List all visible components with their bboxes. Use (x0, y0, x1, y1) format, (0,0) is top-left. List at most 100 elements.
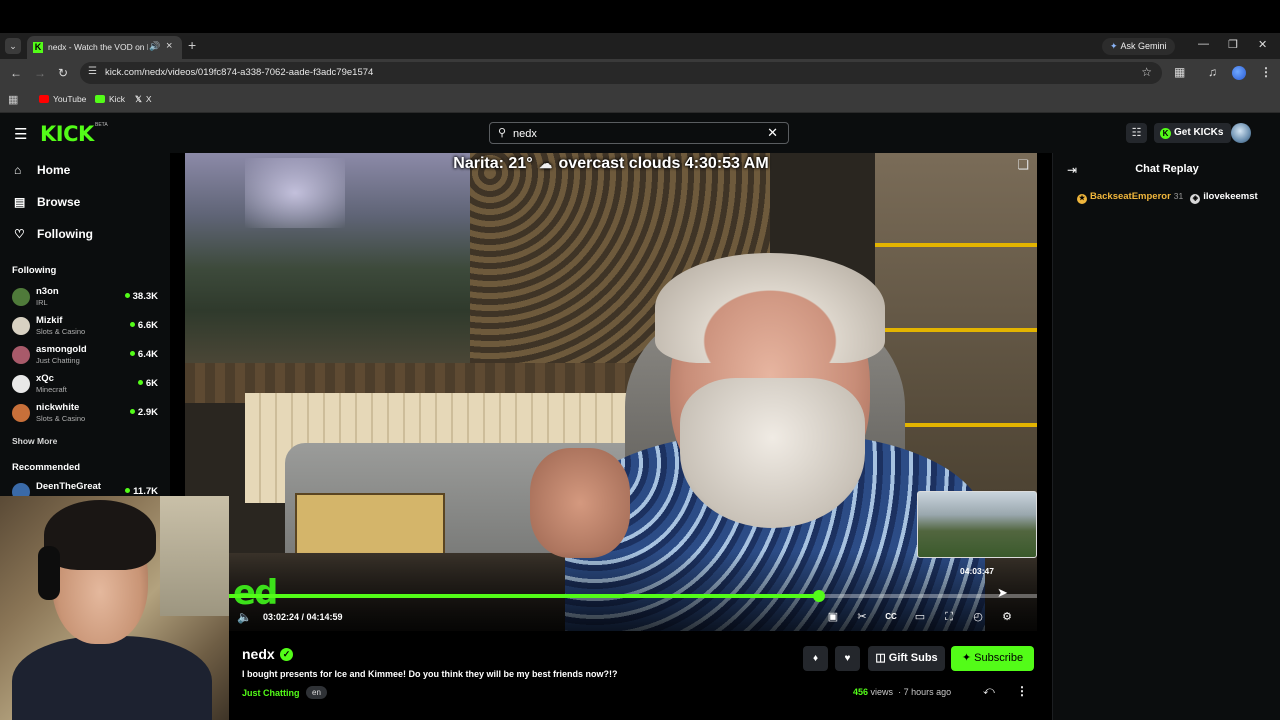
get-kicks-label: Get KICKs (1174, 127, 1224, 138)
verified-badge-icon: ✓ (280, 648, 293, 661)
user-avatar[interactable] (1231, 123, 1251, 143)
gift-subs-button[interactable]: ◫ Gift Subs (868, 646, 945, 671)
search-input[interactable] (513, 126, 763, 141)
cloud-icon: ☁ (539, 156, 553, 171)
channel-item-mizkif[interactable]: Mizkif Slots & Casino 6.6K (12, 313, 162, 339)
x-icon: 𝕏 (135, 94, 142, 104)
share-icon[interactable]: ⤺ (983, 685, 995, 698)
bookmark-youtube[interactable]: YouTube (39, 94, 86, 104)
settings-gear-icon[interactable]: ⚙ (998, 608, 1016, 626)
views-count: 456 (853, 687, 869, 697)
captions-icon[interactable]: CC (882, 608, 900, 626)
seek-preview-time: 04:03:47 (959, 566, 995, 576)
layout-toggle-button[interactable]: ☷ (1126, 123, 1147, 143)
site-info-icon[interactable]: ☰ (88, 66, 97, 77)
viewer-count-value: 6.6K (137, 320, 158, 331)
channel-item-asmongold[interactable]: asmongold Just Chatting 6.4K (12, 342, 162, 368)
omnibox-url[interactable]: kick.com/nedx/videos/019fc874-a338-7062-… (105, 67, 373, 78)
channel-category: Just Chatting (36, 356, 80, 365)
weather-overlay: Narita: 21° ☁ overcast clouds 4:30:53 AM (185, 155, 1037, 173)
tab-search-button[interactable]: ⌄ (5, 38, 21, 54)
show-more-button[interactable]: Show More (12, 436, 57, 446)
heart-icon: ♡ (14, 227, 25, 241)
viewer-count: 6K (137, 378, 158, 389)
headphones-icon (38, 546, 60, 600)
chat-username[interactable]: ilovekeemst (1203, 191, 1257, 202)
kicks-coin-icon: K (1160, 128, 1171, 139)
fullscreen-icon[interactable]: ⛶ (940, 608, 958, 626)
avatar (12, 346, 30, 364)
bookmark-star-icon[interactable]: ☆ (1141, 65, 1152, 79)
ask-gemini-button[interactable]: ✦ Ask Gemini (1102, 38, 1175, 55)
channel-item-nickwhite[interactable]: nickwhite Slots & Casino 2.9K (12, 400, 162, 426)
menu-icon[interactable]: ☰ (14, 125, 27, 143)
bookmark-x[interactable]: 𝕏X (135, 94, 152, 105)
progress-bar[interactable] (229, 590, 1037, 602)
minimize-icon[interactable]: — (1198, 38, 1209, 50)
media-controls-icon[interactable]: ♫ (1208, 65, 1217, 79)
mouse-cursor-icon: ➤ (997, 585, 1008, 600)
get-kicks-button[interactable]: K Get KICKs (1154, 123, 1232, 143)
category-link[interactable]: Just Chatting (242, 688, 300, 698)
chat-username[interactable]: BackseatEmperor (1090, 191, 1171, 202)
volume-icon[interactable]: 🔈 (237, 610, 252, 624)
apps-grid-icon[interactable]: ▦ (8, 93, 18, 106)
channel-name: Mizkif (36, 315, 63, 326)
channel-name: xQc (36, 373, 54, 384)
progress-fill (229, 594, 819, 598)
browser-tab-active[interactable]: K nedx - Watch the VOD on Kick 🔊 × (27, 36, 182, 59)
bookmark-kick[interactable]: Kick (95, 94, 125, 104)
video-player[interactable]: Narita: 21° ☁ overcast clouds 4:30:53 AM… (185, 153, 1037, 631)
omnibox[interactable]: ☰ kick.com/nedx/videos/019fc874-a338-706… (80, 62, 1162, 84)
new-tab-button[interactable]: + (188, 37, 196, 53)
video-scene-shelf (875, 243, 1037, 247)
clip-icon[interactable]: ✂ (853, 608, 871, 626)
video-overlay-corner-icon: ❏ (1017, 157, 1029, 172)
playback-time: 03:02:24 / 04:14:59 (263, 612, 343, 622)
chat-title: Chat Replay (1135, 163, 1199, 175)
subscribe-label: Subscribe (974, 652, 1024, 664)
forward-icon[interactable]: → (34, 66, 46, 80)
search-clear-icon[interactable]: ✕ (767, 125, 778, 141)
tab-audio-icon[interactable]: 🔊 (149, 41, 160, 52)
avatar (12, 375, 30, 393)
window-close-icon[interactable]: ✕ (1258, 38, 1267, 51)
theater-mode-icon[interactable]: ▭ (911, 608, 929, 626)
kick-logo[interactable]: KICK (40, 122, 94, 146)
channel-category: IRL (36, 298, 48, 307)
tab-close-icon[interactable]: × (166, 40, 172, 52)
browser-menu-icon[interactable]: ⋮ (1260, 65, 1272, 79)
sidebar-item-following[interactable]: ♡ Following (14, 227, 93, 241)
sidebar-item-home[interactable]: ⌂ Home (14, 163, 70, 177)
live-dot-icon (125, 488, 131, 493)
restore-icon[interactable]: ❐ (1228, 38, 1238, 51)
live-dot-icon (124, 293, 130, 298)
follow-heart-button[interactable]: ♥ (835, 646, 860, 671)
subscribe-button[interactable]: ✦ Subscribe (951, 646, 1034, 671)
miniplayer-icon[interactable]: ▣ (824, 608, 842, 626)
sidebar-item-browse[interactable]: ▤ Browse (14, 195, 80, 209)
channel-name: asmongold (36, 344, 87, 355)
channel-name: nickwhite (36, 402, 80, 413)
video-scene-beard (680, 378, 865, 528)
back-icon[interactable]: ← (10, 66, 22, 80)
ask-gemini-label: Ask Gemini (1120, 41, 1167, 51)
channel-item-n3on[interactable]: n3on IRL 38.3K (12, 284, 162, 310)
viewer-count: 38.3K (124, 291, 158, 302)
following-heading: Following (12, 265, 57, 276)
streamer-name[interactable]: nedx (242, 646, 275, 662)
extensions-icon[interactable]: ▦ (1174, 65, 1185, 79)
video-stats: 456 views · 7 hours ago (853, 687, 952, 697)
playback-speed-icon[interactable]: ◴ (969, 608, 987, 626)
browser-profile-icon[interactable] (1232, 66, 1246, 80)
language-badge[interactable]: en (306, 686, 327, 699)
reload-icon[interactable]: ↻ (58, 66, 68, 80)
progress-scrubber[interactable] (812, 590, 825, 602)
gift-icon: ◫ (875, 652, 886, 664)
channel-item-xqc[interactable]: xQc Minecraft 6K (12, 371, 162, 397)
chat-message: ★ BackseatEmperor 31 ◈ ilovekeemst (1077, 191, 1258, 205)
notification-bell-button[interactable]: ♦ (803, 646, 828, 671)
search-bar[interactable]: ⚲ ✕ (489, 122, 789, 144)
more-options-icon[interactable]: ⋮ (1016, 684, 1028, 698)
webcam-background-shelf (160, 496, 229, 616)
